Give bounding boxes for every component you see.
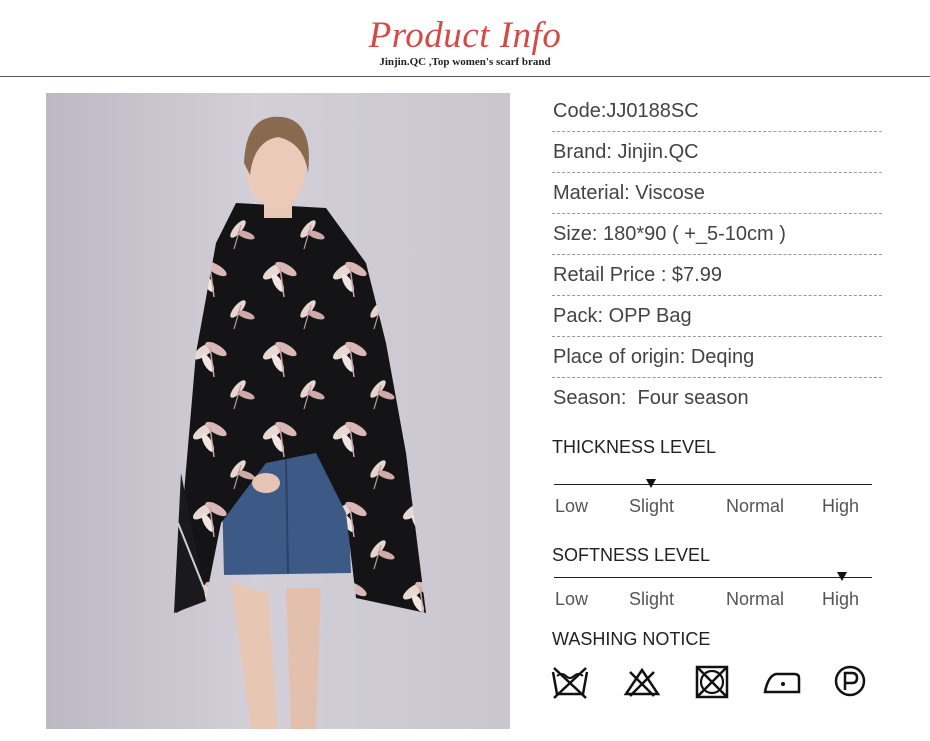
thickness-level-title: THICKNESS LEVEL bbox=[552, 437, 717, 457]
softness-label-high: High bbox=[822, 589, 860, 609]
softness-marker-icon bbox=[837, 572, 847, 581]
spec-code: Code:JJ0188SC bbox=[552, 92, 882, 132]
thickness-label-low: Low bbox=[555, 496, 589, 516]
model-wearing-scarf-photo bbox=[174, 116, 426, 729]
spec-retail-price: Retail Price : $7.99 bbox=[552, 256, 882, 296]
do-not-tumble-dry-icon bbox=[695, 665, 729, 699]
thickness-marker-icon bbox=[646, 479, 656, 488]
thickness-scale-line bbox=[554, 484, 872, 485]
spec-origin: Place of origin: Deqing bbox=[552, 338, 882, 378]
softness-level-title: SOFTNESS LEVEL bbox=[552, 545, 711, 565]
brand-tagline: Jinjin.QC ,Top women's scarf brand bbox=[379, 56, 551, 68]
page-title: Product Info bbox=[368, 15, 562, 56]
spec-material: Material: Viscose bbox=[552, 174, 882, 214]
do-not-bleach-icon bbox=[623, 667, 661, 697]
low-heat-iron-icon bbox=[763, 672, 801, 694]
softness-scale: Low Slight Normal High bbox=[554, 572, 872, 617]
softness-label-low: Low bbox=[555, 589, 589, 609]
product-photo bbox=[46, 93, 510, 729]
spec-size: Size: 180*90 ( +_5-10cm ) bbox=[552, 215, 882, 255]
spec-season: Season: Four season bbox=[553, 387, 749, 409]
washing-notice-title: WASHING NOTICE bbox=[552, 629, 711, 649]
softness-scale-line bbox=[554, 577, 872, 578]
spec-list: Code:JJ0188SC Brand: Jinjin.QC Material:… bbox=[552, 92, 882, 420]
thickness-scale: Low Slight Normal High bbox=[554, 479, 872, 524]
do-not-wash-icon bbox=[551, 667, 589, 699]
thickness-label-high: High bbox=[822, 496, 860, 516]
thickness-label-slight: Slight bbox=[629, 496, 675, 516]
softness-label-slight: Slight bbox=[629, 589, 675, 609]
softness-label-normal: Normal bbox=[726, 589, 785, 609]
spec-pack: Pack: OPP Bag bbox=[552, 297, 882, 337]
washing-icons bbox=[550, 664, 880, 700]
thickness-label-normal: Normal bbox=[726, 496, 785, 516]
spec-brand: Brand: Jinjin.QC bbox=[552, 133, 882, 173]
header-divider bbox=[0, 76, 930, 77]
dry-clean-p-icon bbox=[834, 665, 866, 697]
